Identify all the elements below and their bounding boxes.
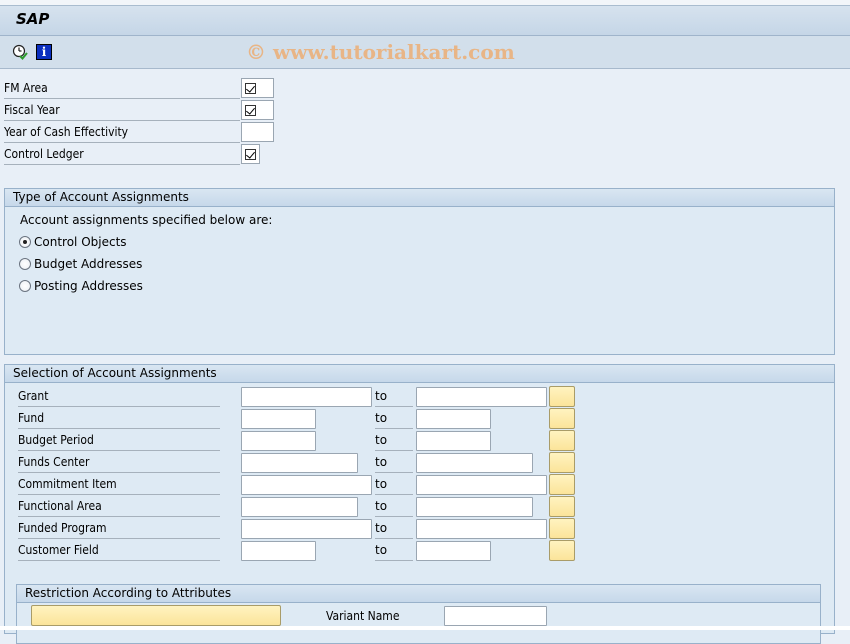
radio-label: Posting Addresses <box>34 279 143 293</box>
group-title: Type of Account Assignments <box>5 189 834 207</box>
range-from-input[interactable] <box>241 409 316 429</box>
radio-posting-addresses[interactable]: Posting Addresses <box>19 277 143 295</box>
radio-budget-addresses[interactable]: Budget Addresses <box>19 255 142 273</box>
multiple-selection-button[interactable] <box>549 474 575 495</box>
range-to-input[interactable] <box>416 497 533 517</box>
fm-area-label: FM Area <box>4 78 240 99</box>
range-from-input[interactable] <box>241 431 316 451</box>
selection-row-label: Fund <box>18 408 220 429</box>
range-to-input[interactable] <box>416 475 547 495</box>
radio-button[interactable] <box>19 258 31 270</box>
range-to-input[interactable] <box>416 387 547 407</box>
multiple-selection-button[interactable] <box>549 386 575 407</box>
multiple-selection-button[interactable] <box>549 518 575 539</box>
range-to-label: to <box>375 452 413 473</box>
radio-label: Control Objects <box>34 235 127 249</box>
multiple-selection-button[interactable] <box>549 540 575 561</box>
range-to-label: to <box>375 518 413 539</box>
control-ledger-label: Control Ledger <box>4 144 240 165</box>
selection-row-label: Budget Period <box>18 430 220 451</box>
execute-icon[interactable] <box>12 44 28 60</box>
year-cash-effectivity-field[interactable] <box>241 122 274 142</box>
multiple-selection-button[interactable] <box>549 408 575 429</box>
group-title: Selection of Account Assignments <box>5 365 834 383</box>
fm-area-checkbox-field[interactable] <box>241 78 274 98</box>
range-to-input[interactable] <box>416 409 491 429</box>
selection-row-label: Funds Center <box>18 452 220 473</box>
variant-name-label: Variant Name <box>326 606 440 627</box>
range-to-label: to <box>375 408 413 429</box>
attributes-button[interactable] <box>31 605 281 626</box>
variant-name-input[interactable] <box>444 606 547 626</box>
range-to-label: to <box>375 430 413 451</box>
multiple-selection-button[interactable] <box>549 430 575 451</box>
fm-area-checkbox[interactable] <box>245 83 256 94</box>
range-from-input[interactable] <box>241 541 316 561</box>
fiscal-year-checkbox-field[interactable] <box>241 100 274 120</box>
radio-control-objects[interactable]: Control Objects <box>19 233 127 251</box>
radio-button-selected[interactable] <box>19 236 31 248</box>
fiscal-year-label: Fiscal Year <box>4 100 240 121</box>
account-assignments-intro: Account assignments specified below are: <box>20 213 273 227</box>
range-from-input[interactable] <box>241 453 358 473</box>
range-from-input[interactable] <box>241 475 372 495</box>
watermark-text: © www.tutorialkart.com <box>246 40 515 64</box>
selection-row-label: Funded Program <box>18 518 220 539</box>
selection-row-label: Customer Field <box>18 540 220 561</box>
selection-row-label: Functional Area <box>18 496 220 517</box>
radio-button[interactable] <box>19 280 31 292</box>
fiscal-year-checkbox[interactable] <box>245 105 256 116</box>
range-to-label: to <box>375 496 413 517</box>
range-from-input[interactable] <box>241 519 372 539</box>
radio-label: Budget Addresses <box>34 257 143 271</box>
control-ledger-checkbox[interactable] <box>245 149 256 160</box>
year-cash-effectivity-label: Year of Cash Effectivity <box>4 122 240 143</box>
control-ledger-checkbox-field[interactable] <box>241 144 260 164</box>
window-title: SAP <box>16 10 50 28</box>
horizontal-scrollbar[interactable] <box>0 626 850 630</box>
selection-row-label: Grant <box>18 386 220 407</box>
title-bar: SAP <box>0 6 850 36</box>
multiple-selection-button[interactable] <box>549 496 575 517</box>
range-from-input[interactable] <box>241 497 358 517</box>
selection-row-label: Commitment Item <box>18 474 220 495</box>
range-to-input[interactable] <box>416 541 491 561</box>
range-to-label: to <box>375 386 413 407</box>
range-to-input[interactable] <box>416 431 491 451</box>
range-from-input[interactable] <box>241 387 372 407</box>
range-to-input[interactable] <box>416 519 547 539</box>
multiple-selection-button[interactable] <box>549 452 575 473</box>
info-icon[interactable]: i <box>36 44 52 60</box>
group-title: Restriction According to Attributes <box>17 585 820 603</box>
range-to-input[interactable] <box>416 453 533 473</box>
range-to-label: to <box>375 474 413 495</box>
range-to-label: to <box>375 540 413 561</box>
